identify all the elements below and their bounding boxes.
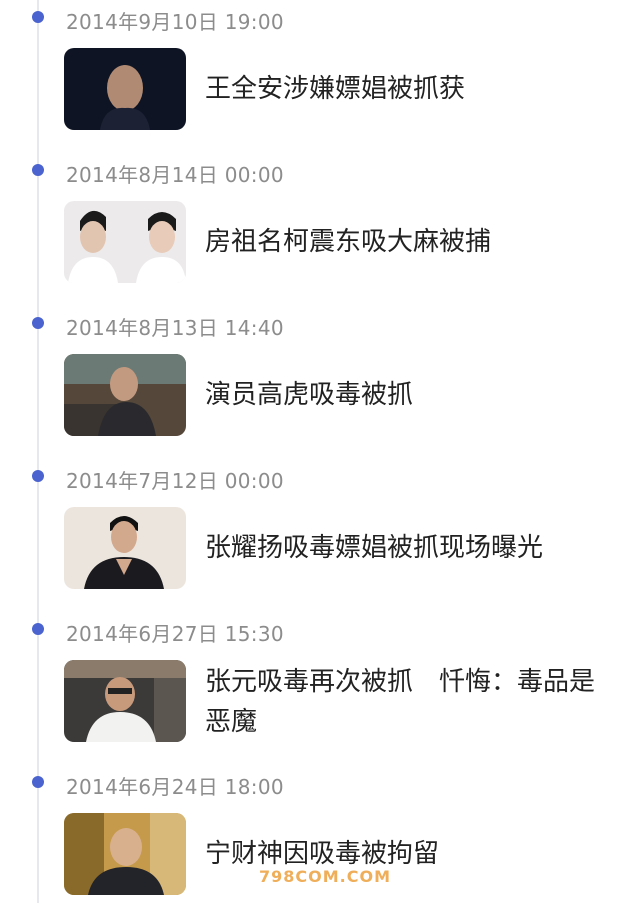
entry-thumbnail[interactable] <box>64 813 186 895</box>
timeline-entry[interactable]: 2014年6月24日 18:00 宁财神因吸毒被拘留 <box>0 765 640 917</box>
portrait-image-icon <box>64 354 186 436</box>
timeline-dot-icon <box>32 164 44 176</box>
entry-title[interactable]: 张元吸毒再次被抓 忏悔：毒品是恶魔 <box>205 662 615 742</box>
entry-date: 2014年6月24日 18:00 <box>66 775 284 799</box>
timeline-entry[interactable]: 2014年6月27日 15:30 张元吸毒再次被抓 忏悔：毒品是恶魔 <box>0 612 640 764</box>
entry-title[interactable]: 宁财神因吸毒被拘留 <box>205 834 615 874</box>
entry-date: 2014年6月27日 15:30 <box>66 622 284 646</box>
portrait-image-icon <box>64 507 186 589</box>
entry-title[interactable]: 王全安涉嫌嫖娼被抓获 <box>205 69 615 109</box>
entry-date: 2014年8月13日 14:40 <box>66 316 284 340</box>
entry-title[interactable]: 房祖名柯震东吸大麻被捕 <box>205 222 615 262</box>
entry-title[interactable]: 张耀扬吸毒嫖娼被抓现场曝光 <box>205 528 615 568</box>
entry-date: 2014年9月10日 19:00 <box>66 10 284 34</box>
entry-thumbnail[interactable] <box>64 354 186 436</box>
entry-thumbnail[interactable] <box>64 507 186 589</box>
timeline-entry[interactable]: 2014年7月12日 00:00 张耀扬吸毒嫖娼被抓现场曝光 <box>0 459 640 611</box>
entry-date: 2014年7月12日 00:00 <box>66 469 284 493</box>
timeline-entry[interactable]: 2014年9月10日 19:00 王全安涉嫌嫖娼被抓获 <box>0 0 640 152</box>
entry-thumbnail[interactable] <box>64 48 186 130</box>
timeline-dot-icon <box>32 470 44 482</box>
portrait-image-icon <box>64 660 186 742</box>
entry-thumbnail[interactable] <box>64 660 186 742</box>
portrait-image-icon <box>64 201 186 283</box>
portrait-image-icon <box>64 813 186 895</box>
timeline-dot-icon <box>32 623 44 635</box>
entry-thumbnail[interactable] <box>64 201 186 283</box>
timeline-dot-icon <box>32 317 44 329</box>
entry-title[interactable]: 演员高虎吸毒被抓 <box>205 375 615 415</box>
portrait-image-icon <box>64 48 186 130</box>
timeline-entry[interactable]: 2014年8月13日 14:40 演员高虎吸毒被抓 <box>0 306 640 458</box>
timeline-dot-icon <box>32 11 44 23</box>
timeline-entry[interactable]: 2014年8月14日 00:00 房祖名柯震东吸大麻被捕 <box>0 153 640 305</box>
entry-date: 2014年8月14日 00:00 <box>66 163 284 187</box>
timeline-dot-icon <box>32 776 44 788</box>
